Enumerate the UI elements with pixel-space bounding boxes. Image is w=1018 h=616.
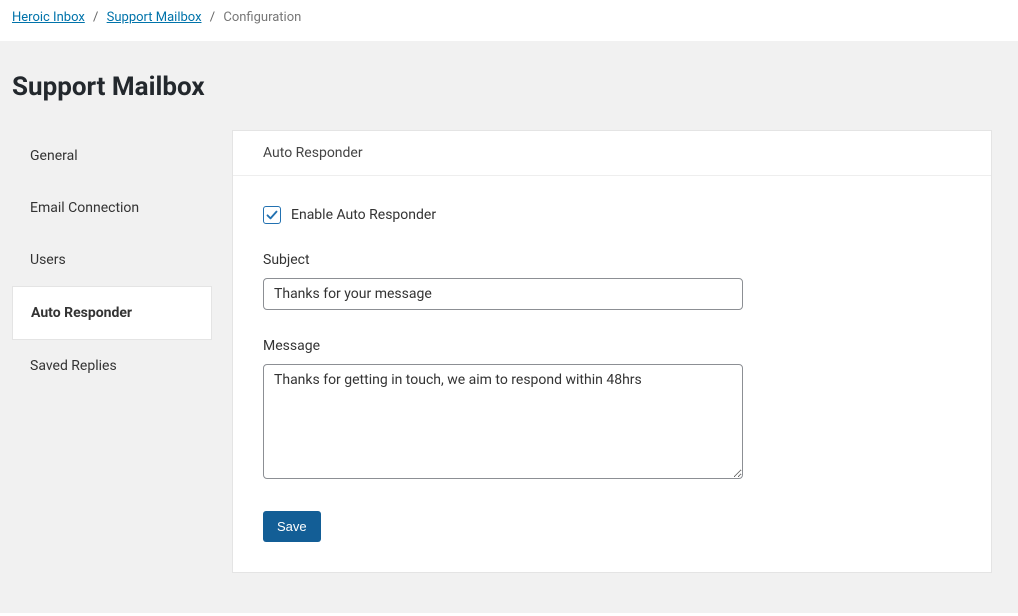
breadcrumb-link-heroic-inbox[interactable]: Heroic Inbox — [12, 10, 85, 25]
enable-auto-responder-checkbox[interactable] — [263, 206, 281, 224]
enable-auto-responder-field: Enable Auto Responder — [263, 206, 961, 224]
page-title: Support Mailbox — [12, 72, 1006, 102]
subject-label: Subject — [263, 252, 961, 268]
check-icon — [266, 209, 278, 221]
breadcrumb-separator: / — [210, 10, 215, 25]
breadcrumb-separator: / — [93, 10, 98, 25]
page-content: Support Mailbox General Email Connection… — [0, 41, 1018, 613]
message-field: Message Thanks for getting in touch, we … — [263, 338, 961, 483]
panel-body: Enable Auto Responder Subject Message Th… — [233, 176, 991, 572]
sidebar-item-label: Auto Responder — [31, 305, 132, 321]
breadcrumb: Heroic Inbox / Support Mailbox / Configu… — [0, 0, 1018, 41]
message-textarea[interactable]: Thanks for getting in touch, we aim to r… — [263, 364, 743, 479]
subject-field: Subject — [263, 252, 961, 310]
message-label: Message — [263, 338, 961, 354]
panel-header: Auto Responder — [233, 131, 991, 176]
enable-auto-responder-label: Enable Auto Responder — [291, 207, 436, 223]
save-button[interactable]: Save — [263, 511, 321, 542]
subject-input[interactable] — [263, 278, 743, 310]
sidebar-item-label: General — [30, 148, 78, 164]
sidebar-item-email-connection[interactable]: Email Connection — [12, 182, 212, 234]
sidebar-item-auto-responder[interactable]: Auto Responder — [12, 286, 212, 340]
sidebar-item-general[interactable]: General — [12, 130, 212, 182]
breadcrumb-current: Configuration — [223, 10, 301, 25]
breadcrumb-link-support-mailbox[interactable]: Support Mailbox — [107, 10, 202, 25]
sidebar-item-users[interactable]: Users — [12, 234, 212, 286]
sidebar-item-label: Email Connection — [30, 200, 139, 216]
sidebar-item-label: Saved Replies — [30, 358, 117, 374]
settings-sidebar: General Email Connection Users Auto Resp… — [12, 130, 212, 573]
sidebar-item-saved-replies[interactable]: Saved Replies — [12, 340, 212, 392]
sidebar-item-label: Users — [30, 252, 66, 268]
settings-layout: General Email Connection Users Auto Resp… — [12, 130, 1006, 573]
settings-panel: Auto Responder Enable Auto Responder Sub… — [232, 130, 992, 573]
